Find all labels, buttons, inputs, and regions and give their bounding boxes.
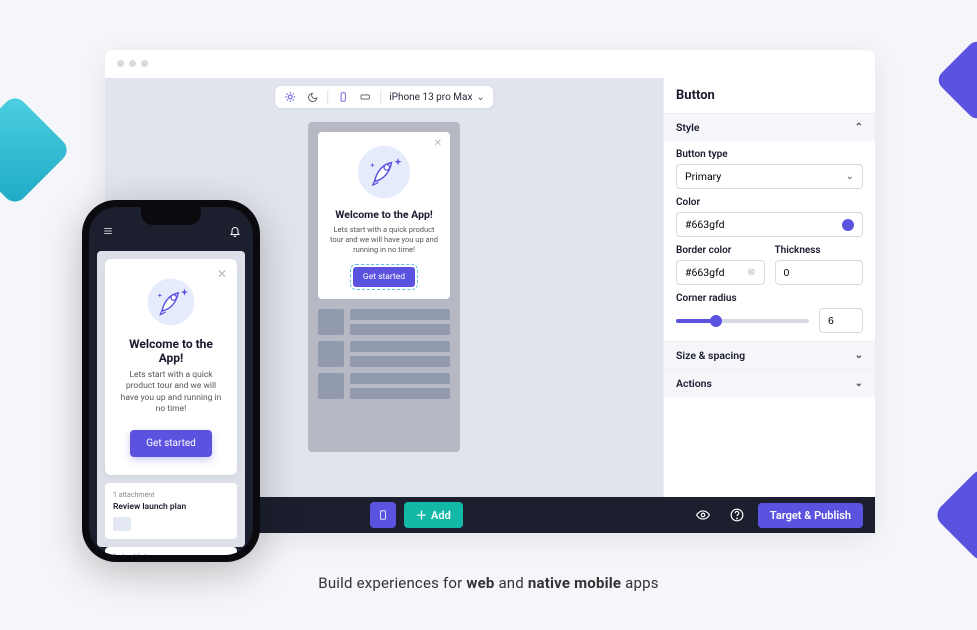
button-type-label: Button type — [676, 149, 863, 160]
preview-icon[interactable] — [690, 502, 716, 528]
canvas-placeholder-content — [318, 309, 450, 399]
placeholder-block — [350, 324, 450, 335]
caption-native: native mobile — [528, 574, 621, 592]
chevron-down-icon: ⌄ — [476, 92, 484, 103]
phone-task-card-2[interactable]: 1 checklist — [105, 547, 237, 555]
decorative-diamond-top-right — [935, 38, 977, 123]
placeholder-block — [318, 309, 344, 335]
phone-mockup: ✕ Welcome to the App! Lets start with a … — [82, 200, 260, 562]
corner-radius-value[interactable] — [828, 315, 854, 327]
canvas-card-cta-button[interactable]: Get started — [353, 267, 415, 287]
canvas-device-preview: ✕ Welcome to the App! Lets start with a … — [308, 122, 460, 452]
props-section-actions-label: Actions — [676, 377, 712, 390]
close-icon[interactable]: ✕ — [434, 138, 442, 149]
device-toolbar: iPhone 13 pro Max ⌄ — [275, 86, 493, 108]
placeholder-block — [318, 373, 344, 399]
phone-card-title: Welcome to the App! — [117, 337, 225, 365]
caption-web: web — [466, 574, 494, 592]
color-value: #663gfd — [685, 218, 725, 231]
menu-icon[interactable] — [101, 226, 115, 236]
corner-radius-label: Corner radius — [676, 293, 863, 304]
toolbar-separator — [327, 90, 328, 104]
props-section-size-label: Size & spacing — [676, 349, 745, 362]
phone-task-card[interactable]: 1 attachment Review launch plan — [105, 483, 237, 539]
props-section-style-label: Style — [676, 121, 700, 134]
canvas-card: ✕ Welcome to the App! Lets start with a … — [318, 132, 450, 299]
help-icon[interactable] — [724, 502, 750, 528]
plus-icon: ＋ — [416, 507, 427, 523]
publish-button[interactable]: Target & Publish — [758, 503, 863, 528]
phone-task-chip — [113, 517, 131, 531]
placeholder-block — [350, 356, 450, 367]
placeholder-block — [350, 309, 450, 320]
rocket-icon — [144, 275, 198, 329]
chevron-down-icon: ⌄ — [855, 350, 863, 361]
color-label: Color — [676, 197, 863, 208]
button-type-select[interactable]: Primary ⌄ — [676, 164, 863, 189]
add-button-label: Add — [431, 509, 451, 522]
properties-panel: Button Style ⌃ Button type Primary ⌄ Col… — [663, 78, 875, 497]
chevron-down-icon: ⌄ — [855, 378, 863, 389]
border-color-label: Border color — [676, 245, 765, 256]
toolbar-separator — [380, 90, 381, 104]
phone-task-checklist: 1 checklist — [113, 553, 229, 555]
device-select[interactable]: iPhone 13 pro Max ⌄ — [389, 92, 485, 103]
decorative-diamond-left — [0, 93, 72, 206]
device-name-label: iPhone 13 pro Max — [389, 92, 472, 103]
phone-card: ✕ Welcome to the App! Lets start with a … — [105, 259, 237, 475]
corner-radius-slider[interactable] — [676, 319, 809, 323]
props-style-body: Button type Primary ⌄ Color #663gfd Bord… — [664, 141, 875, 341]
color-input[interactable]: #663gfd — [676, 212, 863, 237]
window-traffic-lights — [105, 50, 875, 77]
placeholder-block — [318, 341, 344, 367]
phone-notch — [141, 207, 201, 225]
phone-card-subtitle: Lets start with a quick product tour and… — [117, 370, 225, 416]
chevron-down-icon: ⌄ — [846, 171, 854, 182]
phone-task-title: Review launch plan — [113, 502, 229, 512]
close-icon[interactable]: ✕ — [217, 267, 227, 281]
add-button[interactable]: ＋ Add — [404, 502, 463, 528]
canvas-card-subtitle: Lets start with a quick product tour and… — [328, 225, 440, 254]
button-type-value: Primary — [685, 170, 721, 183]
moon-icon[interactable] — [305, 90, 319, 104]
rocket-icon — [356, 144, 412, 200]
phone-content: ✕ Welcome to the App! Lets start with a … — [97, 251, 245, 547]
props-section-actions[interactable]: Actions ⌄ — [664, 369, 875, 397]
border-color-value: #663gfd — [685, 266, 725, 279]
placeholder-block — [350, 341, 450, 352]
phone-portrait-icon[interactable] — [336, 90, 350, 104]
phone-landscape-icon[interactable] — [358, 90, 372, 104]
phone-task-attachments: 1 attachment — [113, 491, 229, 499]
color-swatch — [842, 219, 854, 231]
placeholder-block — [350, 373, 450, 384]
props-section-style[interactable]: Style ⌃ — [664, 113, 875, 141]
caption-pre: Build experiences for — [318, 574, 466, 592]
thickness-input[interactable] — [775, 260, 864, 285]
chevron-up-icon: ⌃ — [855, 122, 863, 133]
bell-icon[interactable] — [229, 225, 241, 237]
props-section-size[interactable]: Size & spacing ⌄ — [664, 341, 875, 369]
border-color-input[interactable]: #663gfd ⊗ — [676, 260, 765, 285]
sun-icon[interactable] — [283, 90, 297, 104]
phone-screen: ✕ Welcome to the App! Lets start with a … — [89, 207, 253, 555]
caption: Build experiences for web and native mob… — [0, 574, 977, 592]
props-title: Button — [664, 78, 875, 113]
canvas-card-title: Welcome to the App! — [328, 208, 440, 221]
clear-icon[interactable]: ⊗ — [747, 267, 755, 278]
caption-mid: and — [495, 574, 528, 592]
caption-post: apps — [621, 574, 658, 592]
thickness-value[interactable] — [784, 267, 855, 279]
decorative-diamond-bottom-right — [933, 466, 977, 565]
device-icon[interactable] — [370, 502, 396, 528]
placeholder-block — [350, 388, 450, 399]
corner-radius-input[interactable] — [819, 308, 863, 333]
thickness-label: Thickness — [775, 245, 864, 256]
phone-card-cta-button[interactable]: Get started — [130, 430, 212, 457]
